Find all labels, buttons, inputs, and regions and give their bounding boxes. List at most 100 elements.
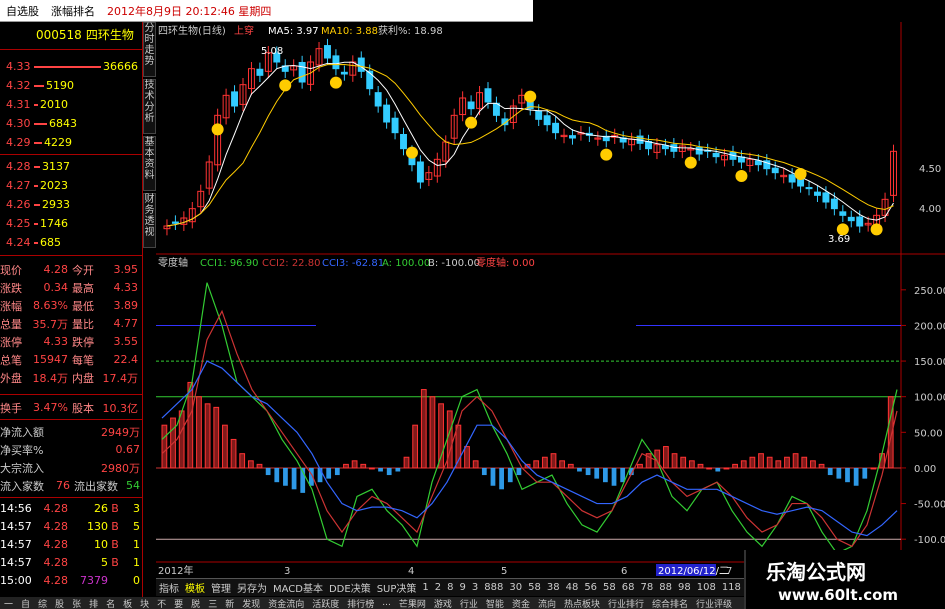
status-item[interactable]: 活跃度 [308, 597, 343, 609]
tab-watchlist[interactable]: 自选股 [0, 3, 45, 19]
indicator-tab[interactable]: 48 [563, 582, 582, 593]
status-item[interactable]: 综 [34, 597, 51, 609]
indicator-tab[interactable]: 58 [525, 582, 544, 593]
sub-tick-label: 200.00 [914, 321, 945, 332]
indicator-tab[interactable]: 68 [619, 582, 638, 593]
zero-axis-bar [291, 467, 297, 490]
status-item[interactable]: 新 [221, 597, 238, 609]
vtab-1[interactable]: 技术分析 [143, 79, 156, 134]
status-item[interactable]: 脱 [187, 597, 204, 609]
indicator-tab[interactable]: 30 [506, 582, 525, 593]
status-item[interactable]: 股 [51, 597, 68, 609]
status-item[interactable]: 张 [68, 597, 85, 609]
zero-axis-bar [845, 467, 850, 483]
zero-axis-bar [265, 467, 271, 476]
candle [324, 45, 331, 59]
status-item[interactable]: 要 [170, 597, 187, 609]
bids-row[interactable]: 4.28 3137 [0, 159, 143, 174]
asks-row[interactable]: 4.31 2010 [0, 97, 143, 112]
cci1-label: CCI1: 96.90 [200, 258, 258, 269]
status-item[interactable]: 板 [119, 597, 136, 609]
indicator-tab[interactable]: 78 [638, 582, 657, 593]
indicator-tab[interactable]: 108 [694, 582, 719, 593]
bids-row[interactable]: 4.25 1746 [0, 216, 143, 231]
status-item[interactable]: 一 [0, 597, 17, 609]
status-item[interactable]: 块 [136, 597, 153, 609]
stat-label: 涨幅 [0, 299, 22, 313]
bids-price: 4.26 [6, 198, 31, 211]
status-item[interactable]: 排行榜 [343, 597, 378, 609]
indicator-tab[interactable]: 888 [481, 582, 506, 593]
tick-time: 14:57 [0, 520, 32, 533]
status-item[interactable]: 智能 [482, 597, 508, 609]
indicator-tab[interactable]: 管理 [208, 580, 234, 595]
status-item[interactable]: 资金流向 [264, 597, 308, 609]
status-item[interactable]: 不 [153, 597, 170, 609]
candle [839, 211, 847, 216]
status-item[interactable]: 热点板块 [560, 597, 604, 609]
status-item[interactable]: 名 [102, 597, 119, 609]
indicator-tab[interactable]: DDE决策 [326, 580, 374, 595]
indicator-tab[interactable]: 9 [457, 582, 469, 593]
zero-axis-bar [274, 467, 280, 483]
status-item[interactable]: 行业 [456, 597, 482, 609]
stat-label: 现价 [0, 263, 22, 277]
status-item[interactable]: ... [378, 598, 395, 608]
asks-price: 4.31 [6, 98, 31, 111]
status-item[interactable]: 综合排名 [648, 597, 692, 609]
zero-axis-bar [567, 463, 574, 469]
cci2-line [161, 309, 898, 548]
status-item[interactable]: 行业评级 [692, 597, 736, 609]
status-item[interactable]: 芒果网 [395, 597, 430, 609]
indicator-tab[interactable]: 88 [656, 582, 675, 593]
stat-row: 涨跌 0.34 最高 4.33 [0, 280, 143, 295]
bids-row[interactable]: 4.27 2023 [0, 178, 143, 193]
high-label: 5.08 [261, 46, 283, 57]
indicator-tab[interactable]: 118 [719, 582, 744, 593]
indicator-tab[interactable]: 98 [675, 582, 694, 593]
asks-row[interactable]: 4.30 6843 [0, 116, 143, 131]
indicator-tab[interactable]: 另存为 [234, 580, 270, 595]
stat-value: 4.28 [43, 263, 69, 276]
vtab-2[interactable]: 基本资料 [143, 136, 156, 191]
indicator-tab[interactable]: 指标 [156, 580, 182, 595]
bids-row[interactable]: 4.24 685 [0, 235, 143, 250]
indicator-tab[interactable]: 38 [544, 582, 563, 593]
indicator-tab[interactable]: 56 [581, 582, 600, 593]
asks-row[interactable]: 4.29 4229 [0, 135, 143, 150]
status-item[interactable]: 三 [204, 597, 221, 609]
indicator-tab[interactable]: 8 [444, 582, 456, 593]
indicator-tab[interactable]: 1 [419, 582, 431, 593]
indicator-tab[interactable]: MACD基本 [270, 580, 326, 595]
status-item[interactable]: 游戏 [430, 597, 456, 609]
kline-chart[interactable]: 四环生物(日线) 上穿 MA5: 3.97 MA10: 3.88 获利%: 18.98 5… [156, 22, 945, 577]
status-item[interactable]: 流向 [534, 597, 560, 609]
tick-count: 5 [133, 520, 140, 533]
asks-volume: 6843 [49, 117, 77, 130]
tab-gainers[interactable]: 涨幅排名 [45, 3, 101, 19]
status-item[interactable]: 排 [85, 597, 102, 609]
status-item[interactable]: 资金 [508, 597, 534, 609]
indicator-tab[interactable]: 2 [432, 582, 444, 593]
stat-value: 3.55 [113, 335, 139, 348]
vtab-3[interactable]: 财务透视 [143, 193, 156, 248]
asks-row[interactable]: 4.33 36666 [0, 59, 143, 74]
asks-volume-bar [34, 65, 101, 68]
bids-volume-bar [34, 165, 40, 168]
candle [754, 160, 762, 166]
indicator-tab[interactable]: 3 [469, 582, 481, 593]
asks-row[interactable]: 4.32 5190 [0, 78, 143, 93]
asks-volume-bar [34, 122, 47, 125]
bids-row[interactable]: 4.26 2933 [0, 197, 143, 212]
indicator-tab[interactable]: SUP决策 [374, 580, 420, 595]
vtab-0[interactable]: 分时走势 [143, 22, 156, 77]
status-item[interactable]: 行业排行 [604, 597, 648, 609]
zero-axis-bar [715, 467, 721, 472]
status-item[interactable]: 发现 [238, 597, 264, 609]
zero-axis-bar [481, 467, 487, 476]
asks-volume-bar [34, 84, 44, 87]
status-item[interactable]: 自 [17, 597, 34, 609]
indicator-tab[interactable]: 58 [600, 582, 619, 593]
indicator-tab[interactable]: 模板 [182, 580, 208, 595]
tick-time: 14:56 [0, 502, 32, 515]
